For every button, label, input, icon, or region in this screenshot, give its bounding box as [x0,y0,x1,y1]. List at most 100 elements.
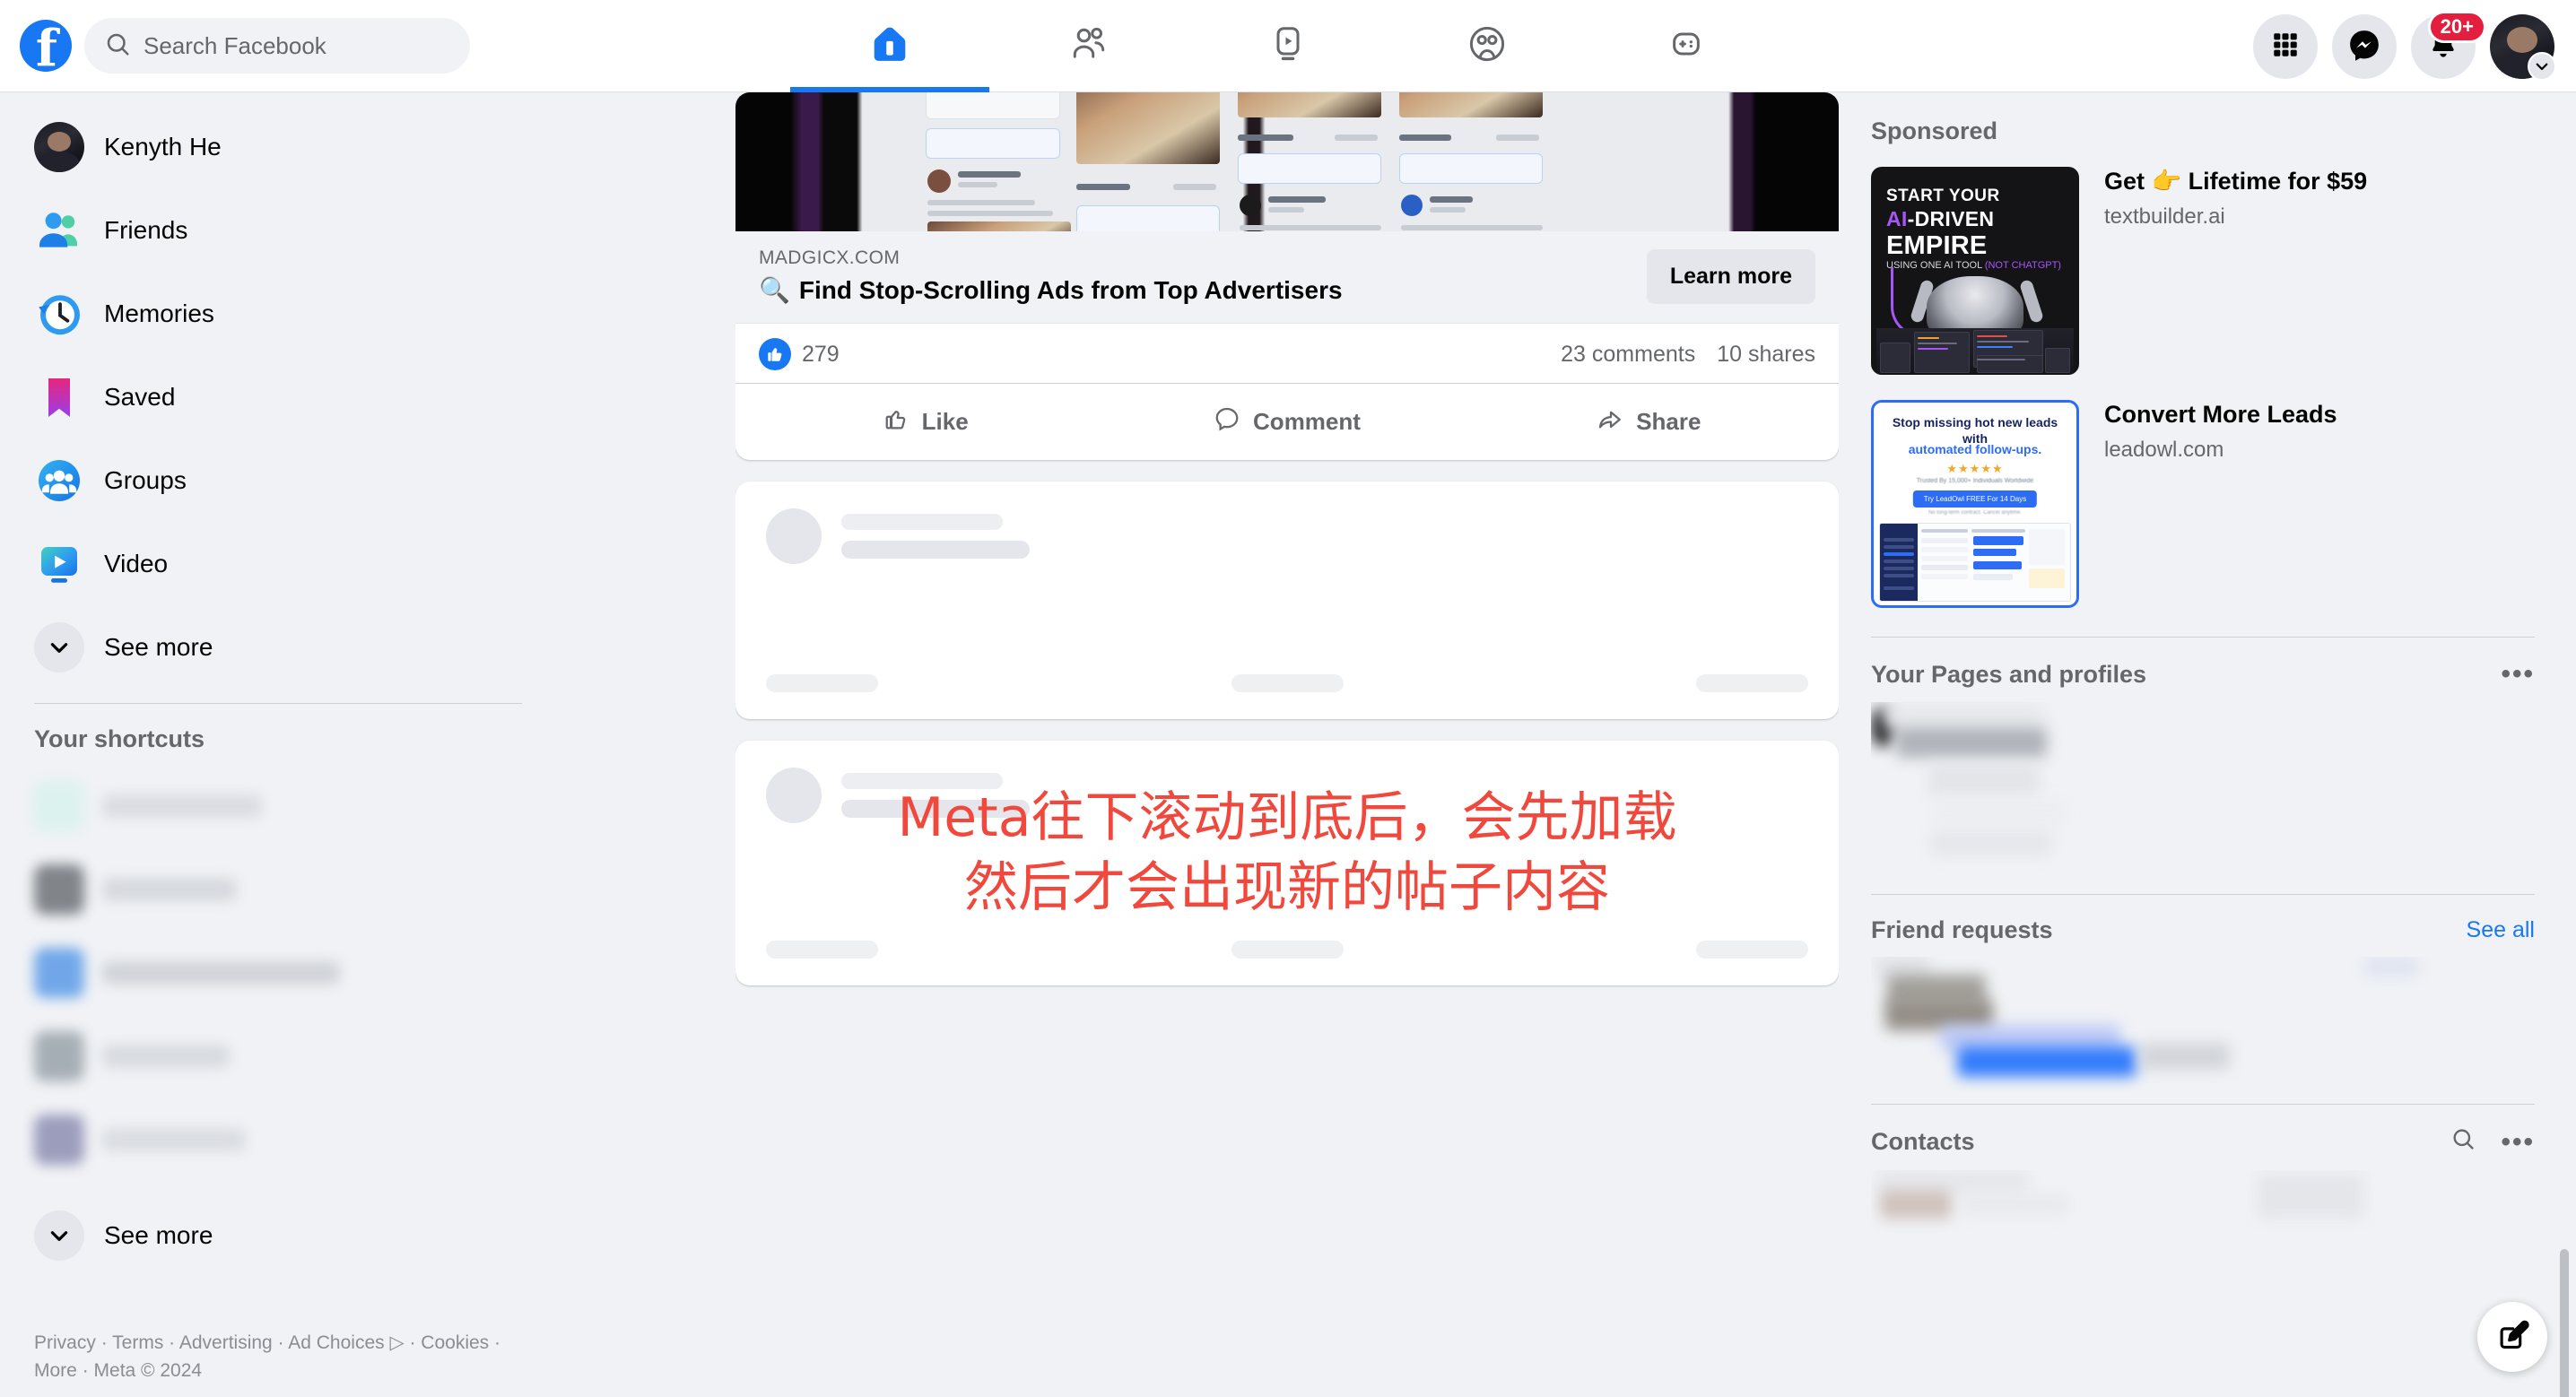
sidebar-item-video[interactable]: Video [22,522,535,605]
nav-tab-home[interactable] [790,0,989,92]
list-item[interactable] [34,1014,522,1098]
messenger-icon [2347,28,2381,65]
footer-sep: · [163,1332,179,1354]
skeleton-action-placeholders [766,941,1808,959]
list-item-placeholder[interactable] [1928,763,2040,797]
sidebar-item-groups[interactable]: Groups [22,438,535,522]
list-item-placeholder[interactable] [1896,727,2047,758]
skeleton-text-lines [841,514,1030,559]
sidebar-footer-links: Privacy · Terms · Advertising · Ad Choic… [22,1330,542,1384]
ad-creative-image: Stop missing hot new leads with automate… [1871,400,2079,608]
facebook-logo[interactable] [20,20,72,72]
pages-section-header: Your Pages and profiles ••• [1871,650,2535,702]
search-input[interactable] [144,31,439,60]
list-item-placeholder[interactable] [2140,1043,2230,1070]
skeleton-action-placeholders [766,674,1808,692]
list-item-placeholder[interactable] [1880,1190,1952,1219]
ad-app-screenshot [1879,523,2071,602]
memories-clock-icon [34,289,84,339]
skeleton-action [766,941,878,959]
list-item-placeholder[interactable] [1884,702,2045,729]
ellipsis-icon[interactable]: ••• [2501,659,2535,690]
list-item-placeholder[interactable] [1961,1193,2068,1215]
nav-tab-gaming[interactable] [1587,0,1786,92]
post-link-domain: MADGICX.COM [759,247,901,268]
account-avatar-button[interactable] [2490,13,2556,81]
nav-tab-groups[interactable] [1388,0,1587,92]
ad-domain: textbuilder.ai [2104,204,2225,229]
post-stats-right: 23 comments 10 shares [1561,342,1815,368]
scrollbar-thumb[interactable] [2560,1249,2569,1397]
compose-message-button[interactable] [2477,1302,2547,1372]
video-icon [34,539,84,589]
friend-requests-see-all-link[interactable]: See all [2467,917,2535,943]
grid-menu-button[interactable] [2253,13,2318,79]
skeleton-action [1696,674,1808,692]
ad-title: Convert More Leads [2104,401,2337,428]
skeleton-avatar [766,508,822,564]
messenger-button[interactable] [2332,13,2397,79]
footer-link-more[interactable]: More [34,1360,77,1381]
footer-link-privacy[interactable]: Privacy [34,1332,96,1353]
nav-tab-friends[interactable] [989,0,1188,92]
sidebar-see-more-label: See more [104,632,213,661]
footer-link-cookies[interactable]: Cookies [421,1332,489,1353]
sidebar-item-profile[interactable]: Kenyth He [22,105,535,188]
friend-request-confirm-button-placeholder[interactable] [1957,1046,2137,1077]
list-item-placeholder[interactable] [2364,957,2418,976]
news-feed: MADGICX.COM 🔍 Find Stop-Scrolling Ads fr… [735,92,1839,1397]
list-item[interactable] [34,931,522,1014]
reactions-group[interactable]: 279 [759,338,840,370]
friend-requests-title: Friend requests [1871,916,2053,943]
ad-rating-stars: ★★★★★ [1946,462,2004,475]
friends-icon [34,205,84,256]
like-button[interactable]: Like [744,391,1106,453]
sidebar-item-memories[interactable]: Memories [22,272,535,355]
shares-count[interactable]: 10 shares [1717,342,1815,368]
ad-screens-strip [1876,328,2074,375]
notifications-button[interactable]: 20+ [2411,10,2486,79]
post-link-preview[interactable]: MADGICX.COM 🔍 Find Stop-Scrolling Ads fr… [735,231,1839,324]
friends-icon [1069,24,1109,68]
sidebar-divider [34,703,522,704]
sidebar-see-more-top[interactable]: See more [22,605,535,689]
share-arrow-icon [1597,405,1623,438]
skeleton-line [841,800,1030,818]
pages-section-title: Your Pages and profiles [1871,660,2147,688]
list-item[interactable] [34,764,522,847]
nav-tab-video[interactable] [1188,0,1388,92]
comment-button[interactable]: Comment [1106,391,1467,453]
ellipsis-icon[interactable]: ••• [2501,1127,2535,1158]
sidebar-item-label: Groups [104,465,187,494]
list-item-placeholder[interactable] [1930,831,2052,856]
footer-link-advertising[interactable]: Advertising [179,1332,273,1353]
post-link-text: MADGICX.COM 🔍 Find Stop-Scrolling Ads fr… [759,247,1343,305]
list-item-placeholder[interactable] [2257,1174,2364,1219]
list-item[interactable] [34,1098,522,1181]
list-item-placeholder[interactable] [1932,799,2067,828]
search-bar[interactable] [84,18,470,74]
learn-more-button[interactable]: Learn more [1646,248,1815,304]
notifications-badge: 20+ [2427,10,2486,43]
video-icon [1268,24,1308,68]
share-button[interactable]: Share [1468,391,1830,453]
post-skeleton-loader [735,482,1839,719]
comments-count[interactable]: 23 comments [1561,342,1695,368]
sidebar-item-friends[interactable]: Friends [22,188,535,272]
ad-creative-line-4b: (NOT CHATGPT) [1984,260,2061,271]
sidebar-item-label: Video [104,549,169,577]
sidebar-see-more-bottom[interactable]: See more [22,1193,535,1277]
sidebar-see-more-label: See more [104,1220,213,1249]
footer-link-ad-choices[interactable]: Ad Choices [288,1332,384,1353]
search-icon[interactable] [2450,1126,2476,1158]
sidebar-item-saved[interactable]: Saved [22,355,535,438]
list-item[interactable] [34,847,522,931]
like-button-label: Like [921,408,969,435]
post-image[interactable] [735,92,1839,231]
contacts-title: Contacts [1871,1128,1975,1155]
sponsored-ad-textbuilder[interactable]: START YOUR AI-DRIVEN EMPIRE USING ONE AI… [1871,158,2535,391]
sponsored-ad-leadowl[interactable]: Stop missing hot new leads with automate… [1871,391,2535,624]
skeleton-text-lines [841,773,1030,818]
footer-link-terms[interactable]: Terms [112,1332,163,1353]
shortcut-label-placeholder [102,960,340,985]
